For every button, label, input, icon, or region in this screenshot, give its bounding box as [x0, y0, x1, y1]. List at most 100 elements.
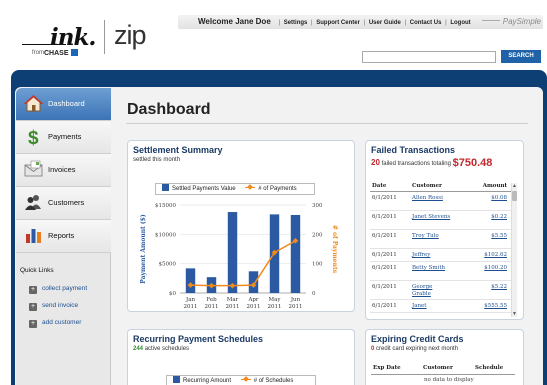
- row-date: 6/1/2011: [372, 252, 397, 258]
- row-customer-link[interactable]: Betty Smith: [412, 265, 452, 272]
- sidebar-item-label: Payments: [48, 132, 82, 141]
- row-amount-link[interactable]: $5.22: [491, 284, 507, 290]
- row-date: 6/1/2011: [372, 284, 397, 290]
- plus-icon: +: [29, 286, 37, 294]
- user-guide-link[interactable]: User Guide: [369, 20, 401, 26]
- row-amount-link[interactable]: $555.55: [484, 303, 507, 309]
- recurring-subtitle: active schedules: [144, 346, 190, 352]
- chase-octagon-icon: [70, 49, 78, 56]
- failed-summary-text: failed transactions totaling: [381, 161, 451, 167]
- x-tick-label: Jan: [185, 297, 195, 303]
- row-date: 6/1/2011: [372, 195, 397, 201]
- column-header-amount[interactable]: Amount: [483, 183, 507, 189]
- chart-legend: Settled Payments Value # of Payments: [155, 183, 315, 195]
- top-nav-bar: Welcome Jane Doe | Settings | Support Ce…: [178, 15, 543, 29]
- settlement-summary-panel: Settlement Summary settled this month Se…: [127, 140, 355, 312]
- header: ink. from CHASE zip Welcome Jane Doe | S…: [0, 0, 547, 70]
- settings-link[interactable]: Settings: [284, 20, 308, 26]
- column-header-exp-date[interactable]: Exp Date: [373, 365, 401, 371]
- paysimple-logo: PaySimple: [481, 15, 541, 29]
- quick-link-send-invoice[interactable]: + send invoice: [29, 302, 78, 311]
- row-customer-link[interactable]: George Grable: [412, 284, 452, 298]
- y2-tick-label: 100: [312, 262, 323, 268]
- dollar-icon: $: [28, 128, 39, 146]
- table-row: 6/1/2011 Troy Tulo $5.55: [370, 231, 511, 249]
- table-row: 6/1/2011 Betty Smith $100.20: [370, 263, 511, 281]
- x-tick-label: Jun: [290, 297, 301, 303]
- y-tick-label: $5000: [159, 262, 177, 268]
- column-header-customer[interactable]: Customer: [412, 183, 442, 189]
- x-tick-label: 2011: [247, 304, 261, 310]
- row-amount-link[interactable]: $0.08: [491, 195, 507, 201]
- quick-link-add-customer[interactable]: + add customer: [29, 319, 81, 328]
- welcome-message: Welcome Jane Doe: [198, 17, 271, 26]
- row-customer-link[interactable]: Janet: [412, 303, 452, 310]
- row-date: 6/1/2011: [372, 233, 397, 239]
- people-icon: [25, 195, 41, 210]
- sidebar-item-dashboard[interactable]: Dashboard: [16, 88, 111, 121]
- column-header-customer[interactable]: Customer: [423, 365, 453, 371]
- row-customer-link[interactable]: Janet Stevens: [412, 214, 452, 221]
- row-customer-link[interactable]: Allen Rossi: [412, 195, 452, 202]
- y2-axis-title: # of Payments: [331, 225, 338, 274]
- settlement-summary-subtitle: settled this month: [133, 157, 181, 163]
- failed-transactions-panel: Failed Transactions 20 failed transactio…: [365, 140, 524, 320]
- x-tick-label: 2011: [226, 304, 240, 310]
- row-amount-link[interactable]: $100.20: [484, 265, 507, 271]
- scrollbar-thumb[interactable]: [512, 191, 517, 201]
- plus-icon: +: [29, 303, 37, 311]
- quick-link-collect-payment[interactable]: + collect payment: [29, 285, 87, 294]
- scroll-up-arrow-icon[interactable]: ▲: [512, 183, 517, 189]
- expiring-cards-title: Expiring Credit Cards: [371, 334, 464, 344]
- title-divider: [126, 123, 528, 124]
- plus-icon: +: [29, 320, 37, 328]
- x-tick-label: 2011: [289, 304, 303, 310]
- quick-links-title: Quick Links: [20, 267, 54, 274]
- support-center-link[interactable]: Support Center: [316, 20, 360, 26]
- sidebar-item-reports[interactable]: Reports: [16, 220, 111, 253]
- logout-link[interactable]: Logout: [450, 20, 470, 26]
- ink-logo[interactable]: ink. from CHASE: [22, 24, 112, 60]
- chase-logo: CHASE: [44, 49, 78, 57]
- recurring-count: 244: [133, 346, 144, 352]
- x-tick-label: May: [268, 297, 281, 303]
- sidebar-item-customers[interactable]: Customers: [16, 187, 111, 220]
- y-tick-label: $15000: [155, 203, 176, 209]
- x-tick-label: 2011: [184, 304, 198, 310]
- sidebar-item-invoices[interactable]: Invoices: [16, 154, 111, 187]
- x-tick-label: 2011: [205, 304, 219, 310]
- scroll-down-arrow-icon[interactable]: ▼: [512, 311, 517, 317]
- column-header-schedule[interactable]: Schedule: [475, 365, 503, 371]
- row-customer-link[interactable]: Troy Tulo: [412, 233, 452, 240]
- sidebar-item-label: Invoices: [48, 165, 76, 174]
- zip-logo[interactable]: zip: [114, 20, 147, 51]
- recurring-schedules-panel: Recurring Payment Schedules 244 active s…: [127, 329, 355, 385]
- sidebar-item-label: Dashboard: [48, 99, 85, 108]
- failed-count: 20: [371, 158, 380, 167]
- chase-logo-text: CHASE: [44, 50, 69, 57]
- svg-text:$: $: [28, 128, 39, 146]
- contact-us-link[interactable]: Contact Us: [410, 20, 442, 26]
- legend-value-label: Settled Payments Value: [172, 186, 236, 192]
- expiring-cards-panel: Expiring Credit Cards 0 credit card expi…: [365, 329, 524, 385]
- search-input[interactable]: [362, 51, 496, 63]
- logo-underline: [22, 44, 66, 45]
- expiring-empty-message: no data to display: [424, 377, 474, 383]
- row-customer-link[interactable]: Jeffrey: [412, 252, 452, 259]
- row-amount-link[interactable]: $0.22: [491, 214, 507, 220]
- x-tick-label: Mar: [227, 297, 239, 303]
- failed-total: $750.48: [452, 157, 493, 169]
- column-header-date[interactable]: Date: [372, 183, 386, 189]
- table-row: 6/1/2011 Allen Rossi $0.08: [370, 193, 511, 211]
- row-amount-link[interactable]: $5.55: [491, 233, 507, 239]
- failed-table-scrollbar[interactable]: ▲ ▼: [511, 183, 517, 317]
- bar: [290, 214, 301, 293]
- row-amount-link[interactable]: $102.62: [484, 252, 507, 258]
- table-row: 6/1/2011 Jeffrey $102.62: [370, 250, 511, 262]
- y-tick-label: $0: [169, 291, 176, 297]
- sidebar-item-payments[interactable]: $ Payments: [16, 121, 111, 154]
- row-date: 6/1/2011: [372, 214, 397, 220]
- failed-transactions-title: Failed Transactions: [371, 145, 456, 155]
- search-button[interactable]: SEARCH: [501, 50, 541, 63]
- bar: [248, 271, 259, 293]
